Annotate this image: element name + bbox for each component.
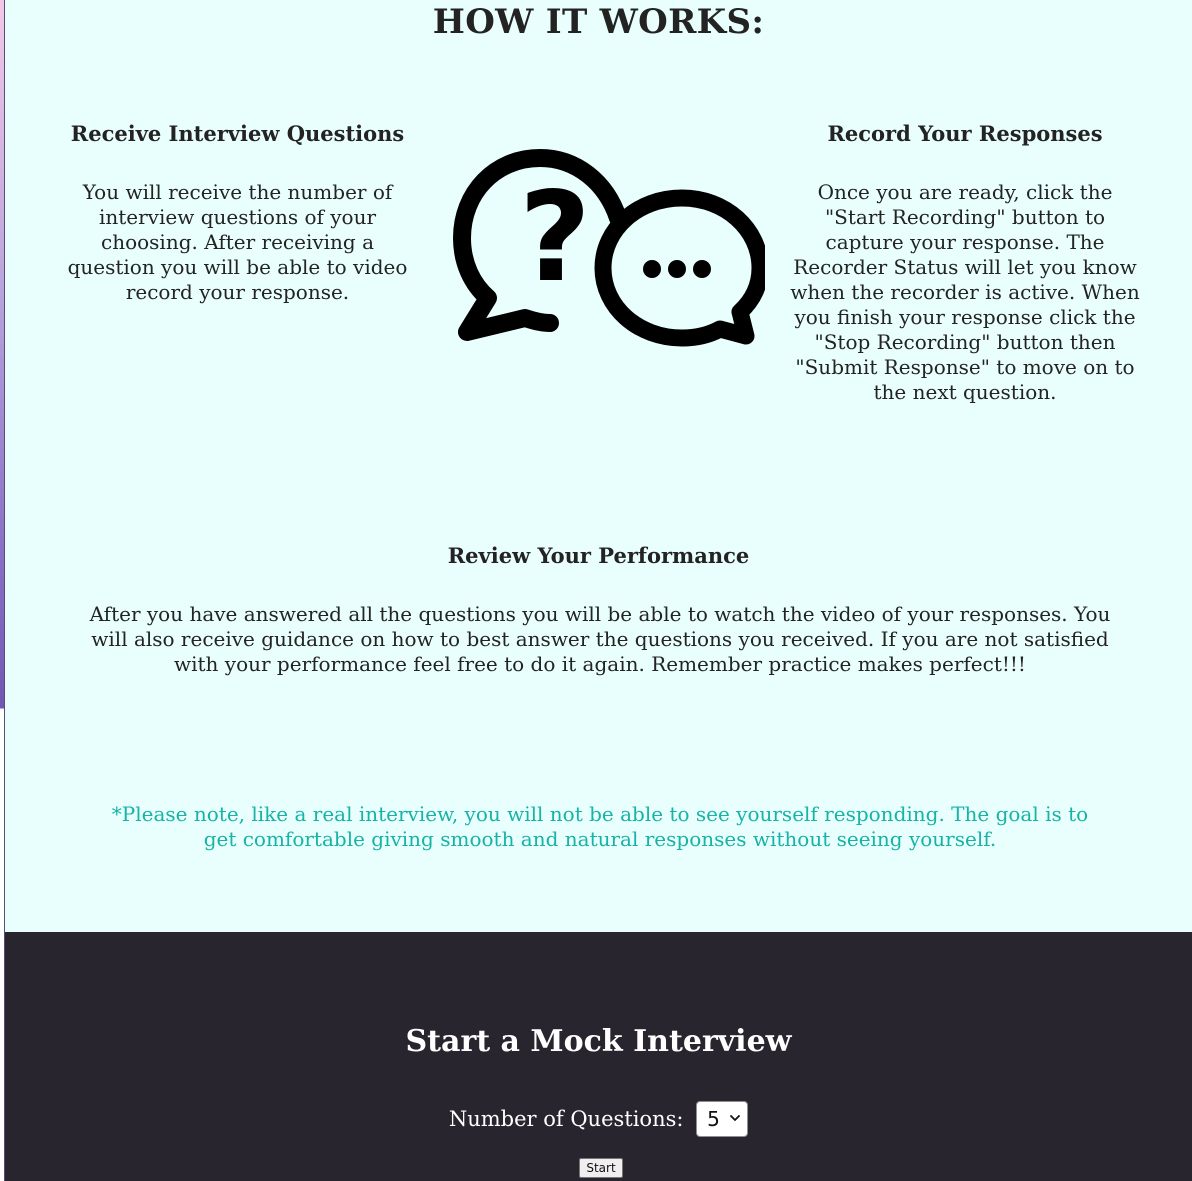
- how-it-works-section: HOW IT WORKS: Receive Interview Question…: [5, 0, 1192, 932]
- ellipsis-dot-2: [668, 260, 686, 278]
- chat-bubbles-icon: ?: [453, 149, 765, 347]
- chevron-down-icon: [730, 1115, 741, 1121]
- record-responses-heading: Record Your Responses: [827, 121, 1103, 146]
- question-count-value: 5: [707, 1107, 720, 1131]
- review-performance-text: After you have answered all the question…: [89, 602, 1111, 676]
- review-performance-heading: Review Your Performance: [447, 543, 750, 568]
- start-interview-heading: Start a Mock Interview: [405, 1024, 792, 1059]
- start-interview-section: Start a Mock Interview Number of Questio…: [5, 932, 1192, 1181]
- question-count-row: Number of Questions: 5: [5, 1100, 1192, 1140]
- start-button[interactable]: Start: [579, 1158, 623, 1178]
- how-it-works-heading: HOW IT WORKS:: [432, 2, 765, 42]
- record-responses-text: Once you are ready, click the "Start Rec…: [790, 180, 1140, 404]
- receive-questions-text: You will receive the number of interview…: [67, 180, 408, 304]
- ellipsis-dot-1: [643, 260, 661, 278]
- question-count-label: Number of Questions:: [448, 1107, 684, 1131]
- question-count-select[interactable]: 5: [696, 1101, 749, 1137]
- interview-note: *Please note, like a real interview, you…: [111, 802, 1089, 851]
- question-mark-glyph: ?: [519, 166, 591, 310]
- ellipsis-dot-3: [693, 260, 711, 278]
- receive-questions-heading: Receive Interview Questions: [70, 121, 405, 146]
